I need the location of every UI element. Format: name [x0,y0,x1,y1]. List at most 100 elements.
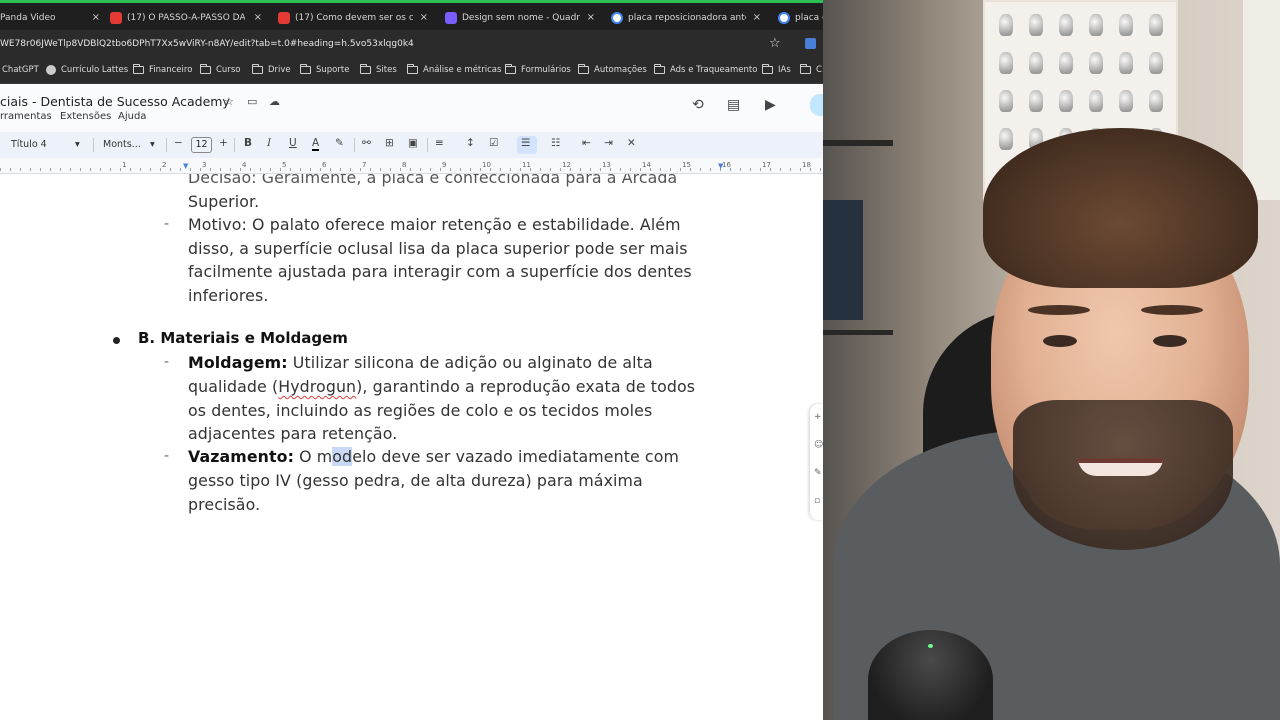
folder-icon [505,64,516,74]
bookmark-financeiro[interactable]: Financeiro [133,64,192,75]
list-dash: - [164,216,170,232]
tab-google-search[interactable]: placa reposicionadora anterior × [611,7,761,29]
text-line: disso, a superfície oclusal lisa da plac… [188,239,688,258]
cloud-saved-icon[interactable]: ☁ [269,95,280,108]
tab-canva[interactable]: Design sem nome - Quadro bra × [445,7,595,29]
tab-youtube-1[interactable]: (17) O PASSO-A-PASSO DA CO × [110,7,262,29]
suggest-edit-icon[interactable]: ✎ [814,468,822,478]
ruler-tick [380,168,381,171]
bookmark-c[interactable]: C [800,64,822,75]
ruler-tick [820,168,821,171]
version-history-icon[interactable]: ⟲ [692,97,704,113]
ruler-tick [470,168,471,171]
list-dash: - [164,448,170,464]
add-comment-icon[interactable]: ⊞ [385,137,394,149]
document-title[interactable]: ciais - Dentista de Sucesso Academy [0,94,230,109]
menu-help[interactable]: Ajuda [118,111,146,122]
paragraph-style-select[interactable]: Título 4 [11,139,47,150]
bulleted-list-icon[interactable]: ☰ [521,137,530,149]
tab-google-search-2[interactable]: placa es [778,7,823,29]
tooth-illustration [1119,52,1133,74]
highlight-icon[interactable]: ✎ [335,137,344,149]
spelling-error-word[interactable]: Hydrogun [278,377,356,396]
checklist-icon[interactable]: ☑ [489,137,498,149]
align-icon[interactable]: ≡ [435,137,444,149]
bookmark-drive[interactable]: Drive [252,64,291,75]
menu-extensions[interactable]: Extensões [60,111,111,122]
ruler-tick [280,168,281,171]
tab-close-icon[interactable]: × [753,12,761,23]
bookmark-formularios[interactable]: Formulários [505,64,571,75]
insert-image-icon[interactable]: ▣ [408,137,418,149]
bookmark-chatgpt[interactable]: ChatGPT [2,65,39,75]
ruler-number: 8 [402,161,407,169]
bookmark-analise[interactable]: Análise e métricas [407,64,501,75]
indent-marker-icon[interactable]: ▼ [183,162,188,170]
share-button[interactable] [810,94,823,116]
comments-icon[interactable]: ▤ [727,97,740,113]
ruler-tick [320,168,321,171]
bookmark-label: Formulários [521,65,571,75]
text-color-button[interactable]: A [312,137,320,151]
font-family-select[interactable]: Monts... [103,139,141,150]
text-line: inferiores. [188,286,269,305]
text-selection[interactable]: od [332,447,353,466]
ruler-tick [800,168,801,171]
bookmark-curso[interactable]: Curso [200,64,240,75]
add-comment-icon[interactable]: + [814,412,822,422]
ruler-tick [30,168,31,171]
tab-youtube-2[interactable]: (17) Como devem ser os conta × [278,7,428,29]
chevron-down-icon[interactable]: ▾ [150,139,155,150]
ruler-tick [560,168,561,171]
bold-label: Moldagem: [188,353,288,372]
font-size-input[interactable]: 12 [191,137,212,153]
italic-button[interactable]: I [267,137,271,149]
ruler-tick [530,168,531,171]
extension-icon[interactable] [805,38,816,49]
document-page[interactable]: Decisão: Geralmente, a placa é confeccio… [0,174,823,720]
cut-off-line: Decisão: Geralmente, a placa é confeccio… [188,174,678,187]
menu-tools[interactable]: rramentas [0,111,52,122]
ruler-tick [580,168,581,171]
decrease-font-button[interactable]: − [174,137,183,149]
eye [1153,335,1187,347]
bold-button[interactable]: B [244,137,252,149]
bookmark-ias[interactable]: IAs [762,64,791,75]
meet-icon[interactable]: ▶ [765,97,776,113]
ruler-tick [740,168,741,171]
bookmark-automacoes[interactable]: Automações [578,64,647,75]
bookmark-star-icon[interactable]: ☆ [769,36,781,51]
numbered-list-icon[interactable]: ☷ [551,137,560,149]
bookmark-ads[interactable]: Ads e Traqueamento [654,64,757,75]
chevron-down-icon[interactable]: ▾ [75,139,80,150]
increase-font-button[interactable]: + [219,137,228,149]
bookmark-lattes[interactable]: Currículo Lattes [46,65,128,75]
decrease-indent-icon[interactable]: ⇤ [582,137,591,149]
increase-indent-icon[interactable]: ⇥ [604,137,613,149]
tab-close-icon[interactable]: × [254,12,262,23]
ruler-tick [240,168,241,171]
clear-formatting-icon[interactable]: ✕ [627,137,636,149]
bookmark-sites[interactable]: Sites [360,64,397,75]
star-icon[interactable]: ☆ [224,95,234,108]
tab-panda-video[interactable]: Panda Video × [0,7,100,29]
ruler-tick [630,168,631,171]
line-spacing-icon[interactable]: ↕ [466,137,475,149]
right-margin-marker-icon[interactable]: ▼ [718,162,723,170]
comment-icon[interactable]: ▫ [814,496,820,506]
tab-close-icon[interactable]: × [420,12,428,23]
link-icon[interactable]: ⚯ [362,137,371,149]
url-input[interactable]: WE78r06JWeTlp8VDBlQ2tbo6DPhT7Xx5wViRY-n8… [0,39,414,49]
emoji-icon[interactable]: ☺ [814,440,823,450]
ruler[interactable]: 1 2 3 4 5 6 7 8 9 10 11 12 13 14 15 16 17 18 ▼ ▼ [0,158,823,174]
ruler-tick [680,168,681,171]
underline-button[interactable]: U [289,137,297,149]
bookmark-suporte[interactable]: Suporte [300,64,349,75]
tab-close-icon[interactable]: × [587,12,595,23]
ruler-tick [80,168,81,171]
tab-close-icon[interactable]: × [92,12,100,23]
bold-label: Vazamento: [188,447,295,466]
monitor [823,200,863,320]
move-folder-icon[interactable]: ▭ [247,95,257,108]
tooth-illustration [999,14,1013,36]
